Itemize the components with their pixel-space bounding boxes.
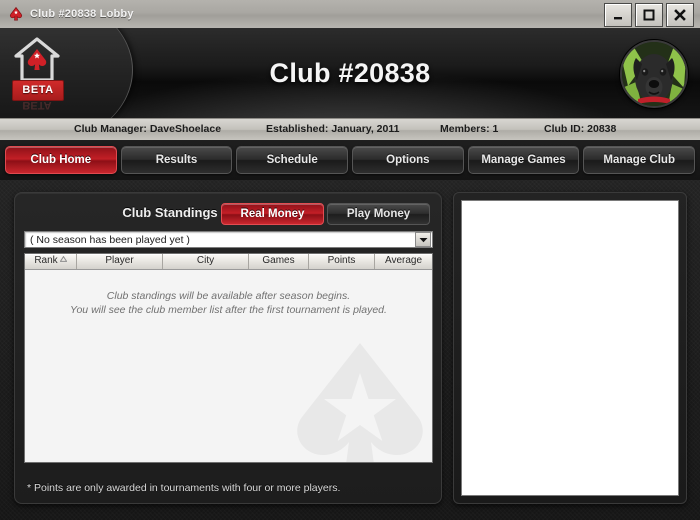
standings-empty-message: Club standings will be available after s… [25,270,432,317]
season-select[interactable]: ( No season has been played yet ) [24,231,433,248]
window-controls [604,3,694,27]
minimize-button[interactable] [604,3,632,27]
club-header: BETA BETA Club #20838 [0,28,700,118]
window-titlebar: Club #20838 Lobby [0,0,700,29]
column-header-games[interactable]: Games [249,254,309,269]
standings-table-body: Club standings will be available after s… [25,270,432,462]
points-footnote: * Points are only awarded in tournaments… [27,482,341,494]
play-money-button[interactable]: Play Money [327,203,430,225]
maximize-button[interactable] [635,3,663,27]
tab-schedule[interactable]: Schedule [236,146,349,174]
standings-empty-line-1: Club standings will be available after s… [106,290,351,302]
info-established: Established: January, 2011 [266,123,400,135]
pokerstars-watermark-icon [280,329,432,462]
club-info-bar: Club Manager: DaveShoelace Established: … [0,118,700,142]
tab-manage-games[interactable]: Manage Games [467,146,580,174]
column-header-city[interactable]: City [163,254,249,269]
main-navigation: Club Home Results Schedule Options Manag… [0,140,700,180]
chevron-down-icon[interactable] [415,232,431,247]
standings-table-header: Rank Player City Games Points Average [25,254,432,270]
club-standings-panel: Club Standings Real Money Play Money ( N… [14,192,442,504]
tab-manage-club[interactable]: Manage Club [583,146,696,174]
money-type-toggle: Real Money Play Money [221,203,430,225]
standings-table: Rank Player City Games Points Average Cl… [24,253,433,463]
real-money-button[interactable]: Real Money [221,203,324,225]
info-club-id: Club ID: 20838 [544,123,617,135]
column-header-player[interactable]: Player [77,254,163,269]
tab-results[interactable]: Results [120,146,233,174]
season-select-value: ( No season has been played yet ) [30,233,190,246]
sort-ascending-icon [59,254,68,267]
tab-options[interactable]: Options [352,146,464,174]
window-title: Club #20838 Lobby [30,8,134,20]
page-title: Club #20838 [269,57,431,88]
club-lobby-window: Club #20838 Lobby BETA BETA Club #20838 … [0,0,700,520]
column-header-rank[interactable]: Rank [25,254,77,269]
side-content-panel [453,192,687,504]
side-content-frame[interactable] [461,200,679,496]
column-header-rank-label: Rank [34,255,58,266]
standings-empty-line-2: You will see the club member list after … [70,304,387,316]
avatar[interactable] [620,40,688,108]
info-club-manager: Club Manager: DaveShoelace [74,123,222,135]
column-header-average[interactable]: Average [375,254,432,269]
pokerstars-spade-icon [8,6,24,22]
column-header-points[interactable]: Points [309,254,375,269]
tab-club-home[interactable]: Club Home [5,146,117,174]
close-button[interactable] [666,3,694,27]
info-members: Members: 1 [440,123,499,135]
